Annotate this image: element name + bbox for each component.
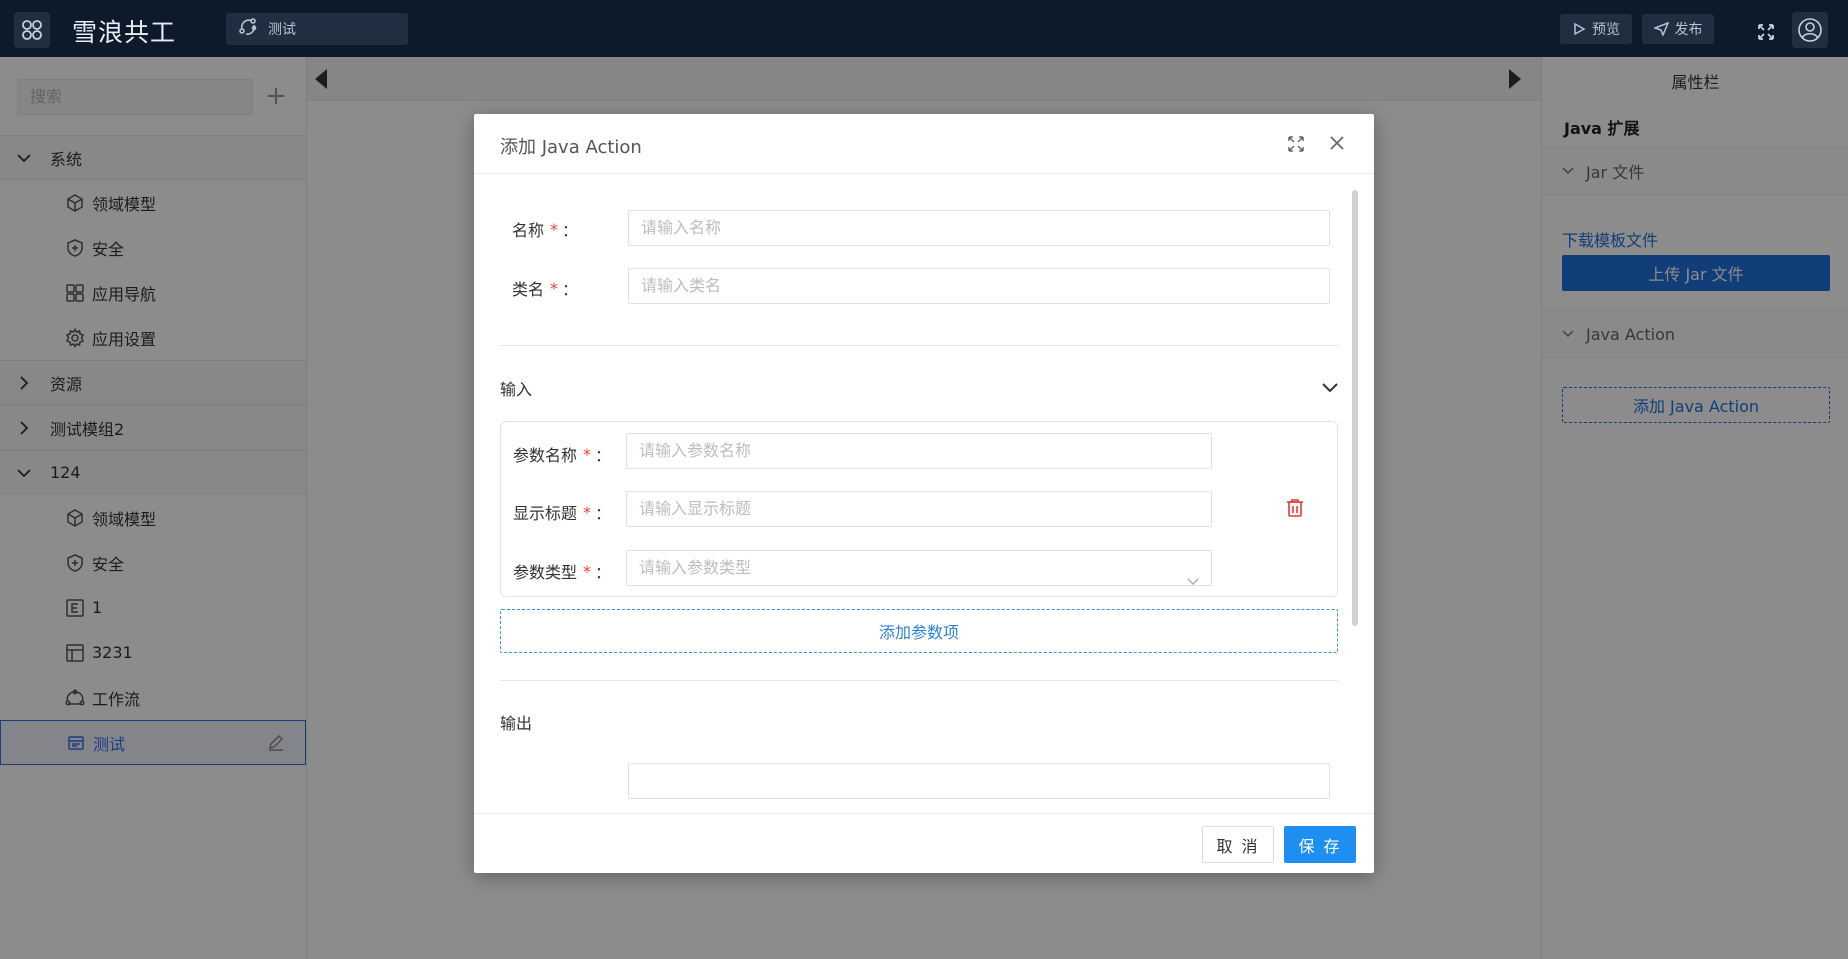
required-mark: * [583, 561, 592, 581]
label-colon: ： [595, 504, 612, 523]
app-menu-icon[interactable] [14, 12, 50, 48]
dialog-footer: 取 消 保 存 [474, 813, 1374, 873]
output-field-input[interactable] [628, 763, 1330, 799]
top-bar: 雪浪共工 测试 预览 发布 [0, 0, 1848, 57]
required-mark: * [583, 502, 592, 522]
dialog-body: 名称 * ： 请输入名称 类名 * ： 请输入类名 输入 参数名称 * ： 请输… [474, 175, 1374, 805]
display-title-input[interactable]: 请输入显示标题 [626, 491, 1212, 527]
cancel-button[interactable]: 取 消 [1202, 826, 1274, 863]
required-mark: * [583, 444, 592, 464]
required-mark: * [550, 278, 559, 298]
output-section-title: 输出 [500, 714, 533, 733]
delete-param-icon[interactable] [1286, 498, 1306, 520]
divider [500, 345, 1338, 346]
label-colon: ： [595, 563, 612, 582]
user-avatar-icon[interactable] [1792, 12, 1828, 48]
required-mark: * [550, 219, 559, 239]
fullscreen-icon[interactable] [1755, 21, 1777, 43]
chevron-down-icon[interactable] [1322, 378, 1338, 397]
chevron-down-icon [1187, 564, 1199, 598]
publish-button[interactable]: 发布 [1642, 14, 1714, 44]
param-name-input[interactable]: 请输入参数名称 [626, 433, 1212, 469]
publish-label: 发布 [1674, 22, 1703, 38]
param-type-placeholder: 请输入参数类型 [639, 558, 752, 577]
param-type-select[interactable]: 请输入参数类型 [626, 550, 1212, 586]
app-title: 雪浪共工 [72, 18, 177, 47]
name-field-label: 名称 * ： [512, 217, 578, 241]
param-name-label: 参数名称 * ： [513, 442, 611, 466]
display-title-label: 显示标题 * ： [513, 500, 611, 524]
close-icon[interactable] [1326, 132, 1348, 154]
page-name: 测试 [268, 22, 296, 38]
label-colon: ： [562, 221, 579, 240]
send-icon [1653, 22, 1669, 36]
class-input[interactable]: 请输入类名 [628, 268, 1330, 304]
input-section-title: 输入 [500, 380, 533, 399]
dialog-header: 添加 Java Action [474, 114, 1374, 174]
preview-button[interactable]: 预览 [1560, 14, 1632, 44]
dialog-scrollbar[interactable] [1352, 190, 1358, 626]
current-page-pill[interactable]: 测试 [226, 13, 408, 45]
play-icon [1574, 22, 1586, 36]
dialog-title: 添加 Java Action [500, 137, 642, 158]
preview-label: 预览 [1592, 22, 1620, 38]
divider [500, 680, 1338, 681]
add-java-action-dialog: 添加 Java Action 名称 * ： 请输入名称 类名 * ： 请输入类名… [474, 114, 1374, 873]
save-button[interactable]: 保 存 [1284, 826, 1356, 863]
param-type-label: 参数类型 * ： [513, 559, 611, 583]
maximize-icon[interactable] [1286, 134, 1306, 154]
label-colon: ： [595, 446, 612, 465]
label-colon: ： [562, 280, 579, 299]
class-field-label: 类名 * ： [512, 276, 578, 300]
page-flow-icon [238, 17, 258, 41]
add-param-button[interactable]: 添加参数项 [500, 609, 1338, 653]
name-input[interactable]: 请输入名称 [628, 210, 1330, 246]
